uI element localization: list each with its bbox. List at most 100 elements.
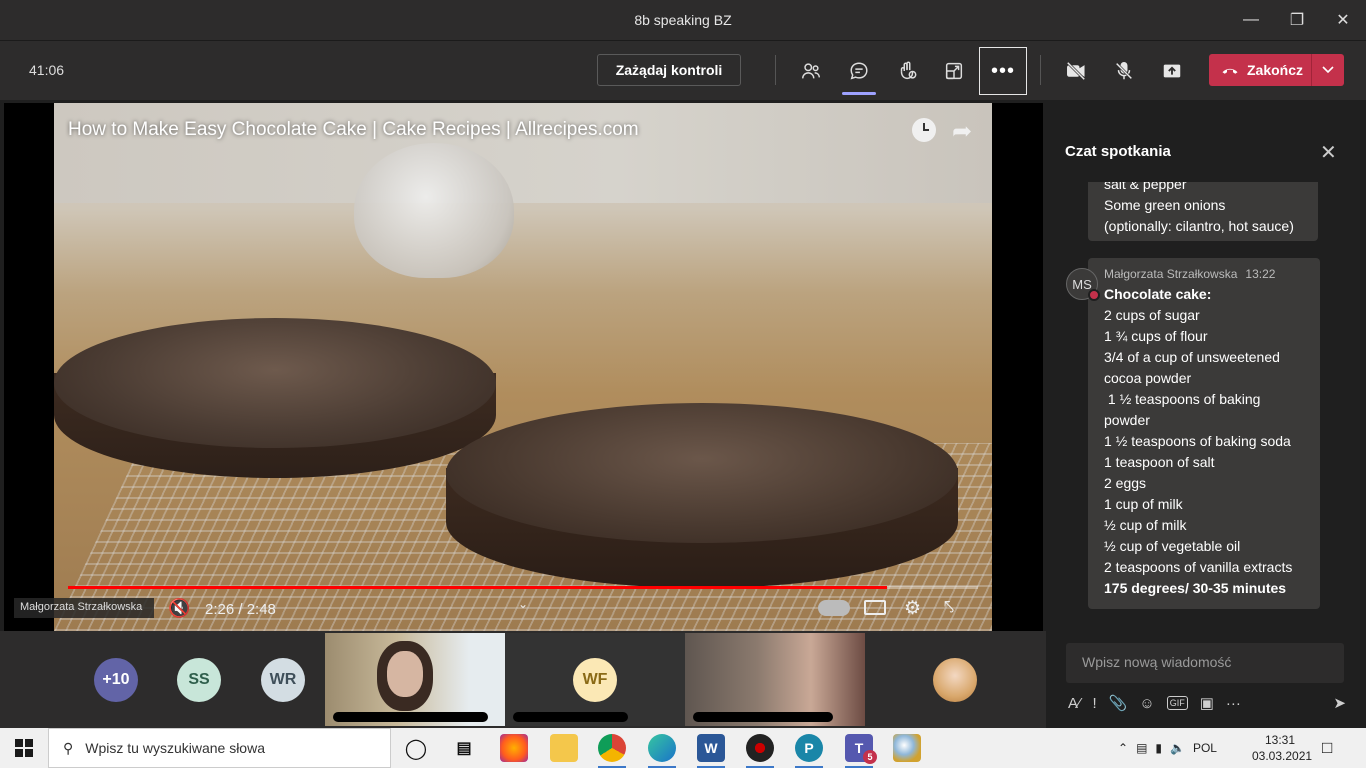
presenter-name-tag: Małgorzata Strzałkowska	[14, 598, 154, 618]
more-icon: •••	[990, 59, 1015, 82]
message-compose-input[interactable]: Wpisz nową wiadomość	[1066, 643, 1344, 683]
cortana-icon[interactable]: ◯	[402, 734, 430, 762]
participants-icon[interactable]	[794, 54, 828, 88]
window-controls: — ❐ ✕	[1228, 0, 1366, 40]
chat-icon[interactable]	[842, 54, 876, 95]
settings-icon[interactable]: ⚙	[904, 597, 921, 620]
reactions-icon[interactable]	[890, 54, 924, 88]
chevron-down-icon[interactable]: ⌄	[518, 597, 528, 611]
chat-line: 3/4 of a cup of unsweetened cocoa powder	[1104, 349, 1280, 386]
participant-tile[interactable]: WF	[505, 633, 685, 726]
video-progress-fill	[68, 586, 887, 589]
chat-line: 2 cups of sugar	[1104, 307, 1200, 323]
toolbar-divider	[775, 55, 776, 85]
chat-line: ½ cup of vegetable oil	[1104, 538, 1241, 554]
chat-line: 1 ½ teaspoons of baking soda	[1104, 433, 1291, 449]
call-timer: 41:06	[29, 62, 65, 78]
video-scene-cake-right	[446, 403, 958, 543]
network-icon[interactable]: ▤	[1136, 741, 1147, 755]
chevron-up-icon[interactable]: ⌃	[1118, 741, 1128, 755]
minimize-icon[interactable]: —	[1228, 0, 1274, 40]
windows-taskbar: ⚲ Wpisz tu wyszukiwane słowa ◯ ▤ W P T 5…	[0, 728, 1366, 768]
chat-line: ½ cup of milk	[1104, 517, 1187, 533]
exit-fullscreen-icon[interactable]: ⤣	[944, 597, 954, 618]
video-scene-vase	[354, 143, 514, 278]
clock-time: 13:31	[1264, 733, 1296, 747]
task-view-icon[interactable]: ▤	[450, 734, 478, 762]
windows-start-icon[interactable]	[15, 739, 33, 757]
more-icon[interactable]: ···	[1226, 695, 1241, 712]
media-player-icon[interactable]	[746, 734, 774, 768]
video-progress-bar[interactable]	[68, 586, 978, 589]
file-explorer-icon[interactable]	[550, 734, 578, 762]
edge-icon[interactable]	[648, 734, 676, 768]
shared-video[interactable]: How to Make Easy Chocolate Cake | Cake R…	[54, 103, 992, 631]
participant-name-redacted	[693, 712, 833, 722]
system-tray: ⌃ ▤ ▮ 🔈 POL	[1118, 728, 1217, 768]
teams-icon[interactable]: T 5	[845, 734, 877, 768]
compose-toolbar: A⁄ ! 📎 ☺ GIF ▣ ··· ➤	[1068, 691, 1346, 715]
gif-icon[interactable]: GIF	[1166, 696, 1188, 710]
end-call-label: Zakończ	[1247, 62, 1304, 78]
sticker-icon[interactable]: ▣	[1200, 694, 1214, 712]
battery-icon[interactable]: ▮	[1155, 741, 1162, 755]
word-icon[interactable]: W	[697, 734, 725, 768]
participant-video-face	[387, 651, 423, 697]
chat-line: salt & pepper	[1104, 182, 1187, 192]
autoplay-toggle[interactable]	[818, 600, 850, 616]
participant-tile[interactable]	[865, 633, 1045, 726]
message-footer: 175 degrees/ 30-35 minutes	[1104, 580, 1287, 596]
more-options-button[interactable]: •••	[979, 47, 1027, 95]
taskbar-clock[interactable]: 13:31 03.03.2021	[1252, 732, 1313, 764]
captions-icon[interactable]	[864, 600, 886, 615]
close-icon[interactable]: ✕	[1320, 140, 1337, 165]
clock-date: 03.03.2021	[1252, 749, 1313, 763]
important-icon[interactable]: !	[1093, 695, 1097, 712]
avatar[interactable]: WR	[261, 658, 305, 702]
attach-icon[interactable]: 📎	[1109, 694, 1128, 712]
chrome-icon[interactable]	[598, 734, 626, 768]
publisher-icon[interactable]: P	[795, 734, 823, 768]
format-icon[interactable]: A⁄	[1068, 695, 1081, 712]
chat-message-previous: salt & pepper Some green onions (optiona…	[1088, 182, 1318, 241]
firefox-icon[interactable]	[500, 734, 528, 762]
chat-line: 1 ¾ cups of flour	[1104, 328, 1208, 344]
camera-off-icon[interactable]	[1059, 54, 1093, 88]
chat-message: Małgorzata Strzałkowska 13:22 Chocolate c…	[1088, 258, 1320, 609]
chat-line: 2 teaspoons of vanilla extracts	[1104, 559, 1293, 575]
chevron-down-icon	[1322, 66, 1334, 74]
maximize-icon[interactable]: ❐	[1274, 0, 1320, 40]
meeting-chat-panel: Czat spotkania ✕ salt & pepper Some gree…	[1046, 103, 1366, 728]
watch-later-icon[interactable]	[912, 118, 936, 142]
participant-gallery: +10 SS WR WF	[0, 631, 1046, 728]
end-call-options[interactable]	[1311, 54, 1344, 86]
avatar[interactable]: SS	[177, 658, 221, 702]
more-participants-badge[interactable]: +10	[94, 658, 138, 702]
send-icon[interactable]: ➤	[1333, 694, 1346, 712]
participant-video-tile[interactable]	[685, 633, 865, 726]
volume-icon[interactable]: 🔈	[1170, 741, 1185, 755]
end-call-button[interactable]: Zakończ	[1209, 54, 1344, 86]
taskbar-search-input[interactable]: ⚲ Wpisz tu wyszukiwane słowa	[48, 728, 391, 768]
share-arrow-icon[interactable]: ➦	[952, 117, 972, 146]
paint-icon[interactable]	[893, 734, 921, 762]
language-indicator[interactable]: POL	[1193, 741, 1217, 755]
emoji-icon[interactable]: ☺	[1139, 695, 1154, 712]
window-title: 8b speaking BZ	[634, 12, 732, 28]
participant-video-tile[interactable]	[325, 633, 505, 726]
video-scene-background	[54, 103, 992, 203]
end-call-main[interactable]: Zakończ	[1209, 62, 1311, 78]
chat-line: 1 cup of milk	[1104, 496, 1183, 512]
mute-icon[interactable]: 🔇	[168, 598, 190, 619]
mic-off-icon[interactable]	[1107, 54, 1141, 88]
request-control-button[interactable]: Zażądaj kontroli	[597, 54, 741, 86]
share-tray-icon[interactable]	[937, 54, 971, 88]
search-icon: ⚲	[63, 739, 74, 756]
share-screen-icon[interactable]	[1155, 54, 1189, 88]
chat-line: 1 teaspoon of salt	[1104, 454, 1215, 470]
notifications-icon[interactable]: □	[1322, 738, 1332, 758]
video-title[interactable]: How to Make Easy Chocolate Cake | Cake R…	[68, 119, 639, 141]
chat-title: Czat spotkania	[1065, 143, 1171, 160]
close-icon[interactable]: ✕	[1320, 0, 1366, 40]
avatar	[933, 658, 977, 702]
